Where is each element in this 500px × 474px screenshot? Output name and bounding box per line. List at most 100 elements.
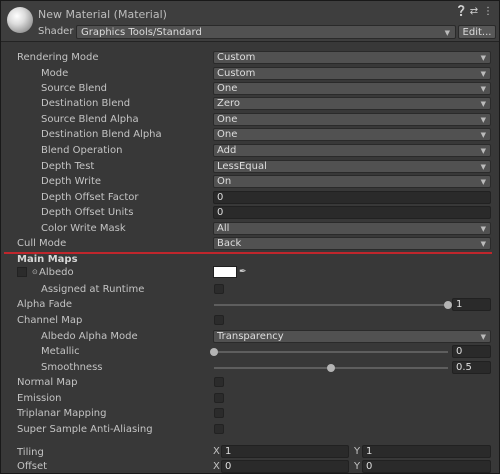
depth-write-dropdown[interactable]: On ▼ xyxy=(213,175,491,188)
color-write-mask-value: All xyxy=(217,223,230,234)
tiling-y-label: Y xyxy=(354,446,361,457)
triplanar-mapping-label: Triplanar Mapping xyxy=(17,408,107,419)
albedo-label: Albedo xyxy=(39,267,74,278)
depth-offset-factor-input[interactable]: 0 xyxy=(213,191,491,204)
depth-offset-units-input[interactable]: 0 xyxy=(213,206,491,219)
chevron-down-icon: ▼ xyxy=(480,131,486,139)
header-icons: ❔ ⇄ ⋮ xyxy=(455,6,493,18)
offset-label: Offset xyxy=(17,461,48,472)
blend-operation-dropdown[interactable]: Add ▼ xyxy=(213,144,491,157)
albedo-texture-slot[interactable] xyxy=(17,267,27,277)
super-sample-checkbox[interactable] xyxy=(214,424,224,434)
rendering-mode-label: Rendering Mode xyxy=(17,52,99,63)
chevron-down-icon: ▼ xyxy=(480,178,486,186)
blend-operation-label: Blend Operation xyxy=(41,145,123,156)
metallic-label: Metallic xyxy=(41,346,80,357)
smoothness-label: Smoothness xyxy=(41,362,103,373)
color-write-mask-label: Color Write Mask xyxy=(41,223,126,234)
normal-map-checkbox[interactable] xyxy=(214,377,224,387)
chevron-down-icon: ▼ xyxy=(480,116,486,124)
depth-write-value: On xyxy=(217,176,232,187)
offset-y-label: Y xyxy=(354,461,361,472)
mode-dropdown[interactable]: Custom ▼ xyxy=(213,67,491,80)
alpha-fade-slider-handle[interactable] xyxy=(444,301,452,309)
offset-y-input[interactable]: 0 xyxy=(362,460,491,473)
mode-value: Custom xyxy=(217,68,256,79)
destination-blend-alpha-dropdown[interactable]: One ▼ xyxy=(213,128,491,141)
metallic-slider-track[interactable] xyxy=(214,351,448,353)
smoothness-input[interactable]: 0.5 xyxy=(452,361,491,374)
destination-blend-label: Destination Blend xyxy=(41,98,131,109)
more-menu-icon[interactable]: ⋮ xyxy=(483,6,493,18)
chevron-down-icon: ▼ xyxy=(480,240,486,248)
triplanar-mapping-checkbox[interactable] xyxy=(214,408,224,418)
depth-test-label: Depth Test xyxy=(41,161,95,172)
super-sample-label: Super Sample Anti-Aliasing xyxy=(17,424,153,435)
cull-mode-label: Cull Mode xyxy=(17,238,67,249)
emission-label: Emission xyxy=(17,393,62,404)
albedo-alpha-mode-value: Transparency xyxy=(217,331,284,342)
source-blend-dropdown[interactable]: One ▼ xyxy=(213,82,491,95)
color-write-mask-dropdown[interactable]: All ▼ xyxy=(213,222,491,235)
tiling-x-input[interactable]: 1 xyxy=(221,445,349,458)
albedo-alpha-mode-dropdown[interactable]: Transparency ▼ xyxy=(213,330,491,343)
material-title: New Material (Material) xyxy=(38,8,167,21)
assigned-at-runtime-label: Assigned at Runtime xyxy=(41,284,145,295)
help-icon[interactable]: ❔ xyxy=(455,6,467,18)
depth-test-dropdown[interactable]: LessEqual ▼ xyxy=(213,160,491,173)
eyedropper-icon[interactable]: ✒ xyxy=(239,266,249,278)
shader-label: Shader xyxy=(38,26,74,37)
chevron-down-icon: ▼ xyxy=(480,100,486,108)
chevron-down-icon: ▼ xyxy=(480,333,486,341)
rendering-mode-dropdown[interactable]: Custom ▼ xyxy=(213,51,491,64)
offset-x-label: X xyxy=(213,461,220,472)
albedo-color-swatch[interactable] xyxy=(213,266,237,278)
destination-blend-dropdown[interactable]: Zero ▼ xyxy=(213,97,491,110)
chevron-down-icon: ▼ xyxy=(480,147,486,155)
cull-mode-dropdown[interactable]: Back ▼ xyxy=(213,237,491,250)
shader-value: Graphics Tools/Standard xyxy=(81,27,202,38)
normal-map-label: Normal Map xyxy=(17,377,78,388)
tiling-label: Tiling xyxy=(17,447,44,458)
chevron-down-icon: ▼ xyxy=(480,163,486,171)
source-blend-alpha-dropdown[interactable]: One ▼ xyxy=(213,113,491,126)
preset-icon[interactable]: ⇄ xyxy=(469,6,479,18)
destination-blend-value: Zero xyxy=(217,98,241,109)
source-blend-value: One xyxy=(217,83,238,94)
tiling-y-input[interactable]: 1 xyxy=(362,445,491,458)
offset-x-input[interactable]: 0 xyxy=(221,460,349,473)
object-picker-icon[interactable]: ⊙ xyxy=(32,266,38,278)
albedo-alpha-mode-label: Albedo Alpha Mode xyxy=(41,331,138,342)
alpha-fade-input[interactable]: 1 xyxy=(452,298,491,311)
depth-offset-factor-label: Depth Offset Factor xyxy=(41,192,139,203)
chevron-down-icon: ▼ xyxy=(480,85,486,93)
source-blend-label: Source Blend xyxy=(41,83,108,94)
cull-mode-value: Back xyxy=(217,238,242,249)
tiling-x-label: X xyxy=(213,446,220,457)
rendering-mode-value: Custom xyxy=(217,52,256,63)
material-preview-sphere-icon xyxy=(7,7,33,33)
destination-blend-alpha-label: Destination Blend Alpha xyxy=(41,129,162,140)
alpha-fade-label: Alpha Fade xyxy=(17,299,73,310)
smoothness-slider-handle[interactable] xyxy=(327,364,335,372)
source-blend-alpha-value: One xyxy=(217,114,238,125)
shader-dropdown[interactable]: Graphics Tools/Standard ▼ xyxy=(76,25,456,39)
material-header: New Material (Material) ❔ ⇄ ⋮ Shader Gra… xyxy=(1,1,499,42)
source-blend-alpha-label: Source Blend Alpha xyxy=(41,114,139,125)
alpha-fade-slider-track[interactable] xyxy=(214,304,448,306)
depth-write-label: Depth Write xyxy=(41,176,102,187)
channel-map-label: Channel Map xyxy=(17,315,83,326)
depth-test-value: LessEqual xyxy=(217,161,267,172)
mode-label: Mode xyxy=(41,68,69,79)
chevron-down-icon: ▼ xyxy=(444,29,450,37)
assigned-at-runtime-checkbox[interactable] xyxy=(214,284,224,294)
emission-checkbox[interactable] xyxy=(214,393,224,403)
chevron-down-icon: ▼ xyxy=(480,70,486,78)
metallic-input[interactable]: 0 xyxy=(452,345,491,358)
chevron-down-icon: ▼ xyxy=(480,54,486,62)
destination-blend-alpha-value: One xyxy=(217,129,238,140)
chevron-down-icon: ▼ xyxy=(480,225,486,233)
metallic-slider-handle[interactable] xyxy=(210,348,218,356)
edit-shader-button[interactable]: Edit... xyxy=(458,25,496,39)
channel-map-checkbox[interactable] xyxy=(214,315,224,325)
